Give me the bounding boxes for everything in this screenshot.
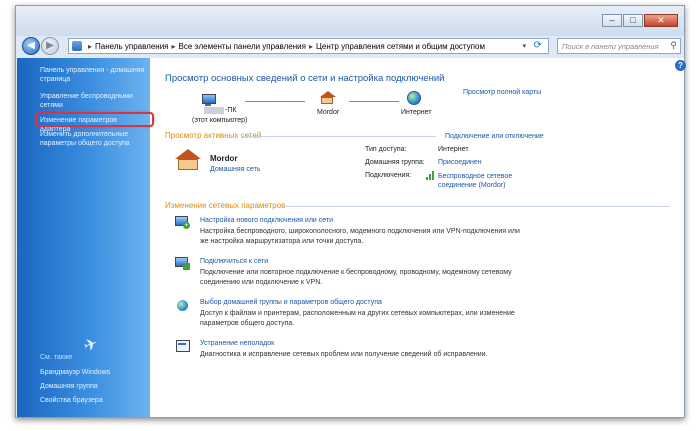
address-box[interactable]: ▸ Панель управления ▸ Все элементы панел… xyxy=(68,38,549,54)
divider xyxy=(283,206,670,207)
refresh-icon[interactable]: ⟳ xyxy=(534,40,542,51)
homegroup-label: Домашняя группа: xyxy=(365,159,425,166)
computer-icon xyxy=(202,94,216,106)
main-content: ? Просмотр основных сведений о сети и на… xyxy=(150,58,686,417)
close-button[interactable]: ✕ xyxy=(644,14,678,27)
task-connect-desc: Подключение или повторное подключение к … xyxy=(200,269,512,286)
troubleshoot-icon xyxy=(175,339,191,353)
search-icon[interactable]: ⚲ xyxy=(670,40,677,51)
home-network-icon xyxy=(175,149,201,171)
forward-button[interactable]: ▶ xyxy=(41,37,59,55)
see-also-title: См. также xyxy=(40,354,73,361)
control-panel-window: – □ ✕ ◀ ▶ ▸ Панель управления ▸ Все элем… xyxy=(15,5,686,418)
sidebar-item-firewall[interactable]: Брандмауэр Windows xyxy=(40,368,148,377)
computer-caption: (этот компьютер) xyxy=(192,117,248,124)
breadcrumb-control-panel[interactable]: Панель управления xyxy=(95,42,169,51)
breadcrumb-network-center[interactable]: Центр управления сетями и общим доступом xyxy=(316,42,485,51)
network-type-link[interactable]: Домашняя сеть xyxy=(210,166,260,173)
sidebar-item-wireless[interactable]: Управление беспроводными сетями xyxy=(40,92,148,108)
breadcrumb-all-items[interactable]: Все элементы панели управления xyxy=(179,42,306,51)
connect-network-icon xyxy=(175,257,191,271)
minimize-button[interactable]: – xyxy=(602,14,622,27)
task-troubleshoot-desc: Диагностика и исправление сетевых пробле… xyxy=(200,351,488,358)
divider xyxy=(241,136,436,137)
navigation-bar: ◀ ▶ ▸ Панель управления ▸ Все элементы п… xyxy=(20,36,682,56)
active-network-name: Mordor xyxy=(210,154,238,163)
map-internet-label: Интернет xyxy=(401,109,432,116)
connect-disconnect-link[interactable]: Подключение или отключение xyxy=(445,133,544,140)
map-network-name: Mordor xyxy=(317,109,340,116)
chevron-right-icon: ▸ xyxy=(308,41,313,51)
connections-label: Подключения: xyxy=(365,172,412,179)
blurred-name xyxy=(204,107,224,114)
connection-line xyxy=(349,101,399,102)
task-troubleshoot-link[interactable]: Устранение неполадок xyxy=(200,340,274,347)
wifi-signal-icon xyxy=(426,171,435,180)
connection-line xyxy=(245,101,305,102)
title-bar: – □ ✕ xyxy=(16,6,684,36)
change-settings-title: Изменение сетевых параметров xyxy=(165,201,286,210)
access-type-value: Интернет xyxy=(438,146,469,153)
window-controls: – □ ✕ xyxy=(601,14,678,27)
wireless-connection-link[interactable]: Беспроводное сетевое соединение (Mordor) xyxy=(438,172,534,190)
chevron-right-icon: ▸ xyxy=(171,41,176,51)
search-placeholder: Поиск в панели управления xyxy=(562,42,659,51)
task-new-connection-link[interactable]: Настройка нового подключения или сети xyxy=(200,217,333,224)
homegroup-icon xyxy=(175,299,191,313)
search-input[interactable]: Поиск в панели управления ⚲ xyxy=(557,38,681,54)
highlight-frame xyxy=(35,112,154,127)
task-homegroup-desc: Доступ к файлам и принтерам, расположенн… xyxy=(200,310,515,327)
house-icon xyxy=(320,91,336,104)
globe-icon xyxy=(407,91,421,105)
new-connection-icon: + xyxy=(175,216,191,230)
chevron-right-icon: ▸ xyxy=(88,41,93,51)
sidebar-item-homegroup[interactable]: Домашняя группа xyxy=(40,382,148,391)
access-type-label: Тип доступа: xyxy=(365,146,407,153)
full-map-link[interactable]: Просмотр полной карты xyxy=(463,89,541,96)
help-icon[interactable]: ? xyxy=(675,60,686,71)
chevron-down-icon[interactable]: ▾ xyxy=(522,42,526,50)
task-new-connection-desc: Настройка беспроводного, широкополосного… xyxy=(200,228,520,245)
homegroup-link[interactable]: Присоединен xyxy=(438,159,482,166)
sidebar-item-browser-properties[interactable]: Свойства браузера xyxy=(40,396,148,405)
sidebar-item-home[interactable]: Панель управления - домашняя страница xyxy=(40,66,148,84)
task-homegroup-link[interactable]: Выбор домашней группы и параметров общег… xyxy=(200,299,382,306)
control-panel-icon xyxy=(72,41,82,51)
sidebar-item-sharing-settings[interactable]: Изменить дополнительные параметры общего… xyxy=(40,130,148,148)
computer-name: -ПК xyxy=(225,107,237,114)
page-title: Просмотр основных сведений о сети и наст… xyxy=(165,73,445,84)
maximize-button[interactable]: □ xyxy=(623,14,643,27)
task-connect-link[interactable]: Подключиться к сети xyxy=(200,258,268,265)
back-button[interactable]: ◀ xyxy=(22,37,40,55)
